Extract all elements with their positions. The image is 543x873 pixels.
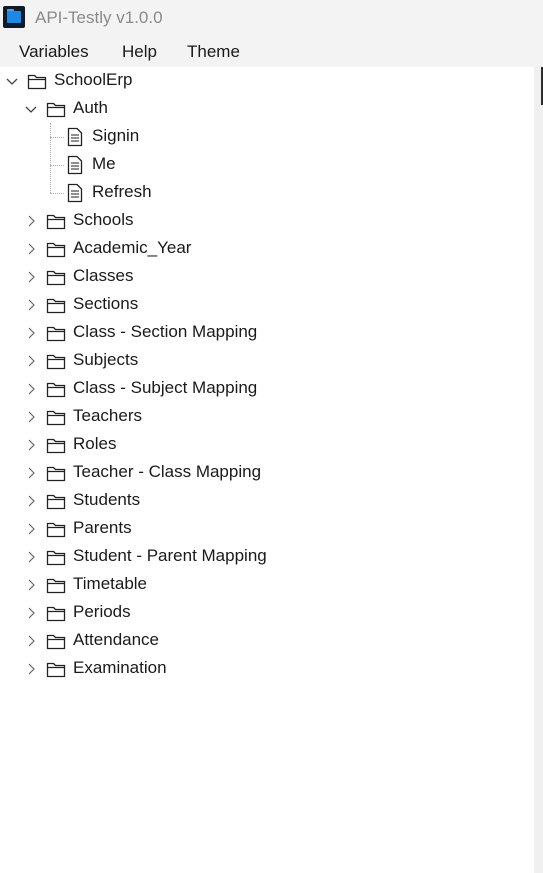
chevron-right-icon[interactable]: [24, 634, 38, 648]
folder-icon: [46, 466, 66, 482]
folder-icon: [46, 242, 66, 258]
chevron-right-icon[interactable]: [24, 578, 38, 592]
tree-folder-student-parent-mapping[interactable]: Student - Parent Mapping: [0, 543, 534, 571]
tree-item-label: Classes: [73, 266, 134, 285]
tree-item-label: Timetable: [73, 574, 148, 593]
document-icon: [67, 183, 83, 203]
tree-item-label: Sections: [73, 294, 139, 313]
folder-icon: [46, 606, 66, 622]
tree-item-label: Subjects: [73, 350, 139, 369]
tree-folder-students[interactable]: Students: [0, 487, 534, 515]
folder-icon: [46, 410, 66, 426]
chevron-right-icon[interactable]: [24, 354, 38, 368]
folder-icon: [46, 298, 66, 314]
folder-icon: [46, 326, 66, 342]
tree-item-label: Class - Subject Mapping: [73, 378, 258, 397]
tree-item-label: SchoolErp: [54, 70, 133, 89]
tree-folder-teacher-class-mapping[interactable]: Teacher - Class Mapping: [0, 459, 534, 487]
tree-folder-parents[interactable]: Parents: [0, 515, 534, 543]
folder-icon: [27, 74, 47, 90]
folder-icon: [46, 662, 66, 678]
menu-theme[interactable]: Theme: [187, 42, 240, 62]
tree-folder-periods[interactable]: Periods: [0, 599, 534, 627]
chevron-right-icon[interactable]: [24, 550, 38, 564]
tree-item-label: Roles: [73, 434, 117, 453]
chevron-right-icon[interactable]: [24, 410, 38, 424]
tree-request-signin[interactable]: Signin: [0, 123, 534, 151]
tree-item-label: Auth: [73, 98, 108, 117]
tree-item-label: Refresh: [92, 182, 152, 201]
folder-icon: [46, 382, 66, 398]
folder-icon: [46, 634, 66, 650]
folder-icon: [46, 438, 66, 454]
tree-folder-class-subject-mapping[interactable]: Class - Subject Mapping: [0, 375, 534, 403]
tree-folder-teachers[interactable]: Teachers: [0, 403, 534, 431]
tree-folder-academic-year[interactable]: Academic_Year: [0, 235, 534, 263]
tree-folder-classes[interactable]: Classes: [0, 263, 534, 291]
scrollbar-track[interactable]: [534, 67, 543, 873]
tree-item-label: Attendance: [73, 630, 160, 649]
tree-folder-timetable[interactable]: Timetable: [0, 571, 534, 599]
chevron-right-icon[interactable]: [24, 298, 38, 312]
tree-item-schoolerp[interactable]: SchoolErp: [0, 67, 534, 95]
tree-item-label: Teachers: [73, 406, 142, 425]
tree-item-label: Students: [73, 490, 141, 509]
document-icon: [67, 155, 83, 175]
tree-folder-roles[interactable]: Roles: [0, 431, 534, 459]
tree-folder-class-section-mapping[interactable]: Class - Section Mapping: [0, 319, 534, 347]
folder-icon: [46, 494, 66, 510]
folder-icon: [46, 354, 66, 370]
tree-item-label: Schools: [73, 210, 134, 229]
menu-help[interactable]: Help: [122, 42, 157, 62]
tree-item-label: Parents: [73, 518, 132, 537]
app-title: API-Testly v1.0.0: [35, 8, 163, 27]
tree-item-auth[interactable]: Auth: [0, 95, 534, 123]
chevron-down-icon[interactable]: [5, 74, 19, 88]
tree-item-label: Signin: [92, 126, 140, 145]
title-bar: API-Testly v1.0.0: [0, 0, 543, 36]
chevron-right-icon[interactable]: [24, 326, 38, 340]
tree-item-label: Me: [92, 154, 116, 173]
tree-folder-attendance[interactable]: Attendance: [0, 627, 534, 655]
folder-icon: [46, 550, 66, 566]
folder-icon: [46, 578, 66, 594]
folder-icon: [46, 522, 66, 538]
tree-folder-subjects[interactable]: Subjects: [0, 347, 534, 375]
folder-icon: [46, 270, 66, 286]
tree-item-label: Teacher - Class Mapping: [73, 462, 262, 481]
collection-tree: SchoolErp Auth Signin Me Refresh Schools…: [0, 67, 534, 873]
tree-item-label: Periods: [73, 602, 131, 621]
chevron-right-icon[interactable]: [24, 522, 38, 536]
chevron-right-icon[interactable]: [24, 438, 38, 452]
chevron-right-icon[interactable]: [24, 662, 38, 676]
tree-item-label: Student - Parent Mapping: [73, 546, 267, 565]
tree-folder-sections[interactable]: Sections: [0, 291, 534, 319]
folder-icon: [46, 102, 66, 118]
tree-request-me[interactable]: Me: [0, 151, 534, 179]
app-logo-icon: [3, 6, 25, 28]
chevron-down-icon[interactable]: [24, 102, 38, 116]
chevron-right-icon[interactable]: [24, 382, 38, 396]
tree-item-label: Class - Section Mapping: [73, 322, 258, 341]
chevron-right-icon[interactable]: [24, 606, 38, 620]
chevron-right-icon[interactable]: [24, 214, 38, 228]
tree-item-label: Examination: [73, 658, 167, 677]
chevron-right-icon[interactable]: [24, 466, 38, 480]
menu-variables[interactable]: Variables: [19, 42, 89, 62]
document-icon: [67, 127, 83, 147]
tree-item-label: Academic_Year: [73, 238, 192, 257]
chevron-right-icon[interactable]: [24, 494, 38, 508]
tree-folder-schools[interactable]: Schools: [0, 207, 534, 235]
tree-request-refresh[interactable]: Refresh: [0, 179, 534, 207]
chevron-right-icon[interactable]: [24, 242, 38, 256]
folder-icon: [46, 214, 66, 230]
app-window: API-Testly v1.0.0 Variables Help Theme S…: [0, 0, 543, 873]
chevron-right-icon[interactable]: [24, 270, 38, 284]
tree-folder-examination[interactable]: Examination: [0, 655, 534, 683]
menu-bar: Variables Help Theme: [0, 36, 543, 67]
